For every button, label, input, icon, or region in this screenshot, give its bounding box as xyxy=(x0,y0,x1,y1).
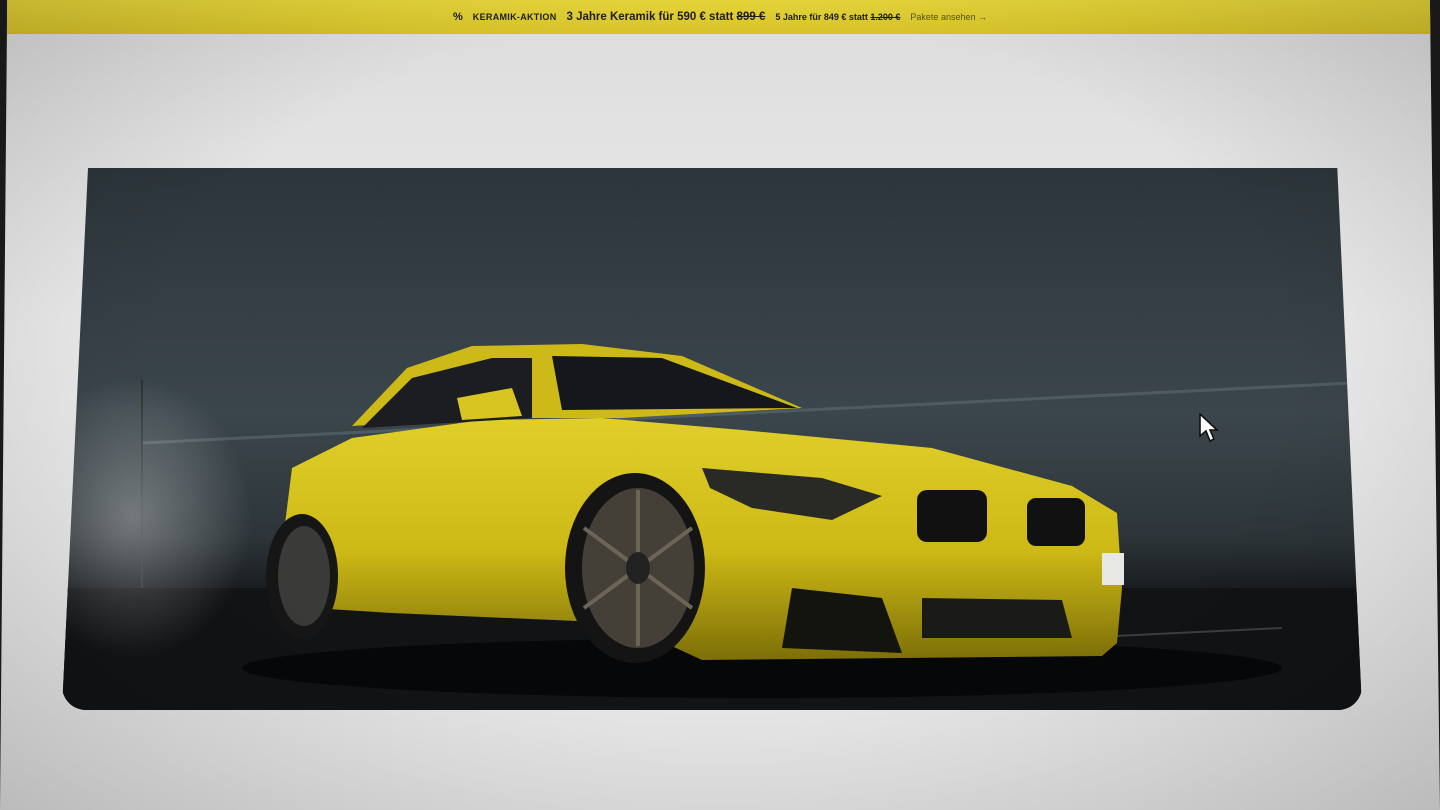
browser-viewport: % KERAMIK-AKTION 3 Jahre Keramik für 590… xyxy=(0,0,1440,810)
promo-banner[interactable]: % KERAMIK-AKTION 3 Jahre Keramik für 590… xyxy=(0,0,1440,34)
promo-old-price: 899 € xyxy=(736,11,766,23)
yellow-car-illustration xyxy=(62,344,1362,710)
packages-link[interactable]: Pakete ansehen → xyxy=(910,12,987,22)
promo-secondary-text: 5 Jahre für 849 € statt xyxy=(775,12,868,22)
promo-headline-text: 3 Jahre Keramik für 590 € statt xyxy=(566,11,734,23)
mouse-pointer-icon xyxy=(1199,412,1220,448)
promo-headline: 3 Jahre Keramik für 590 € statt 899 € xyxy=(567,11,766,23)
promo-secondary-old-price: 1.200 € xyxy=(870,12,901,22)
promo-secondary: 5 Jahre für 849 € statt 1.200 € xyxy=(775,12,900,22)
hero-image xyxy=(62,168,1362,710)
promo-label: KERAMIK-AKTION xyxy=(472,12,557,22)
percent-icon: % xyxy=(453,11,463,23)
